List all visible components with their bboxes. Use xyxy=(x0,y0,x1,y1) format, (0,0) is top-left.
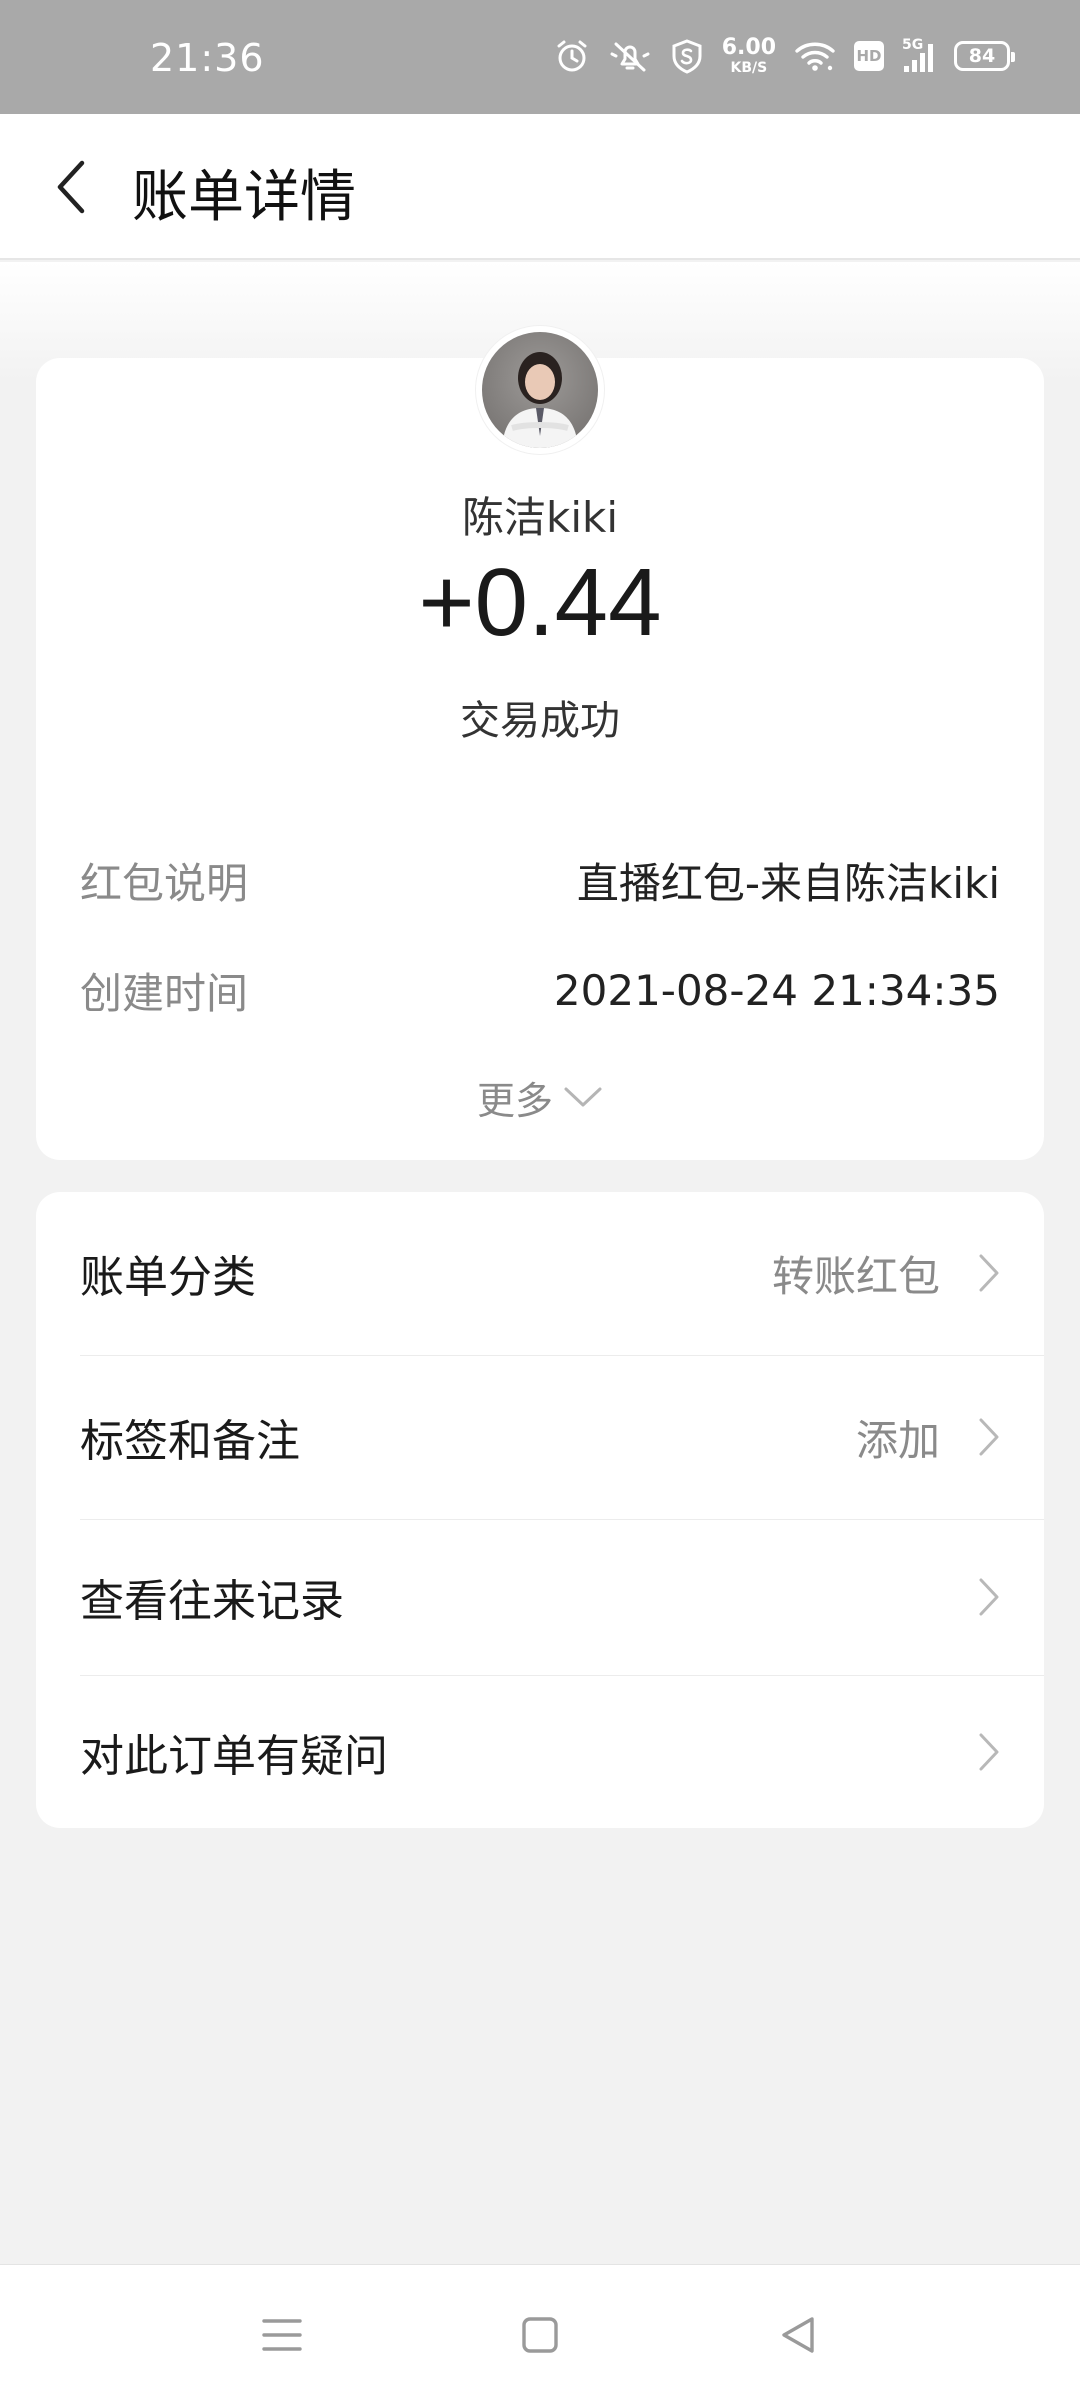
nav-menu-button[interactable] xyxy=(252,2305,312,2365)
avatar-image xyxy=(482,332,598,448)
signal-5g-icon: 5G xyxy=(902,38,936,74)
list-item-label: 账单分类 xyxy=(80,1252,256,1303)
avatar[interactable] xyxy=(476,326,604,454)
app-header: 账单详情 xyxy=(0,114,1080,260)
speed-value: 6.00 xyxy=(721,35,776,60)
menu-icon xyxy=(262,2319,302,2351)
speed-unit: KB/S xyxy=(730,60,768,76)
status-time: 21:36 xyxy=(150,36,265,80)
mute-icon xyxy=(610,42,650,72)
detail-label: 红包说明 xyxy=(80,858,249,908)
list-item-value: 添加 xyxy=(855,1415,940,1465)
amount: +0.44 xyxy=(418,549,662,656)
transaction-status: 交易成功 xyxy=(460,698,620,744)
detail-value: 直播红包-来自陈洁kiki xyxy=(576,858,1000,908)
list-item-transaction-history[interactable]: 查看往来记录 xyxy=(36,1520,1044,1674)
status-bar: 21:36 6.00 KB/S HD 5G 84 xyxy=(0,0,1080,114)
battery-level: 84 xyxy=(968,45,996,67)
list-item-label: 查看往来记录 xyxy=(80,1576,344,1627)
more-label: 更多 xyxy=(476,1078,553,1123)
shield-s-icon xyxy=(672,39,702,74)
chevron-right-icon xyxy=(976,1575,1002,1619)
back-button[interactable] xyxy=(40,154,100,220)
alarm-icon xyxy=(557,40,587,72)
back-triangle-icon xyxy=(782,2317,814,2353)
list-item-bill-category[interactable]: 账单分类 转账红包 xyxy=(36,1192,1044,1354)
nav-back-button[interactable] xyxy=(768,2305,828,2365)
back-arrow-icon xyxy=(57,160,85,214)
chevron-right-icon xyxy=(976,1251,1002,1295)
detail-row-remark: 红包说明 直播红包-来自陈洁kiki xyxy=(80,850,1000,910)
page-title: 账单详情 xyxy=(132,165,356,230)
chevron-down-icon xyxy=(564,1087,602,1107)
status-icons: 6.00 KB/S HD 5G 84 xyxy=(554,34,1015,78)
hd-icon: HD xyxy=(854,41,884,71)
detail-label: 创建时间 xyxy=(80,968,249,1018)
chevron-right-icon xyxy=(976,1415,1002,1459)
list-item-label: 对此订单有疑问 xyxy=(80,1731,388,1782)
wifi-icon xyxy=(795,42,835,71)
bill-summary-card xyxy=(36,358,1044,1160)
battery-icon: 84 xyxy=(954,41,1015,71)
list-item-label: 标签和备注 xyxy=(80,1416,300,1467)
system-nav-bar xyxy=(0,2264,1080,2400)
nav-home-button[interactable] xyxy=(510,2305,570,2365)
home-square-icon xyxy=(522,2317,558,2353)
detail-value: 2021-08-24 21:34:35 xyxy=(553,965,1000,1015)
more-button[interactable]: 更多 xyxy=(0,1070,1080,1124)
list-item-tags-notes[interactable]: 标签和备注 添加 xyxy=(36,1356,1044,1518)
list-item-value: 转账红包 xyxy=(771,1251,940,1301)
list-item-order-question[interactable]: 对此订单有疑问 xyxy=(36,1676,1044,1828)
chevron-right-icon xyxy=(976,1730,1002,1774)
detail-row-created-time: 创建时间 2021-08-24 21:34:35 xyxy=(80,960,1000,1020)
network-speed: 6.00 KB/S xyxy=(721,35,776,76)
bill-actions-card: 账单分类 转账红包 标签和备注 添加 查看往来记录 对此订单有疑问 xyxy=(36,1192,1044,1828)
payer-name: 陈洁kiki xyxy=(462,493,618,542)
